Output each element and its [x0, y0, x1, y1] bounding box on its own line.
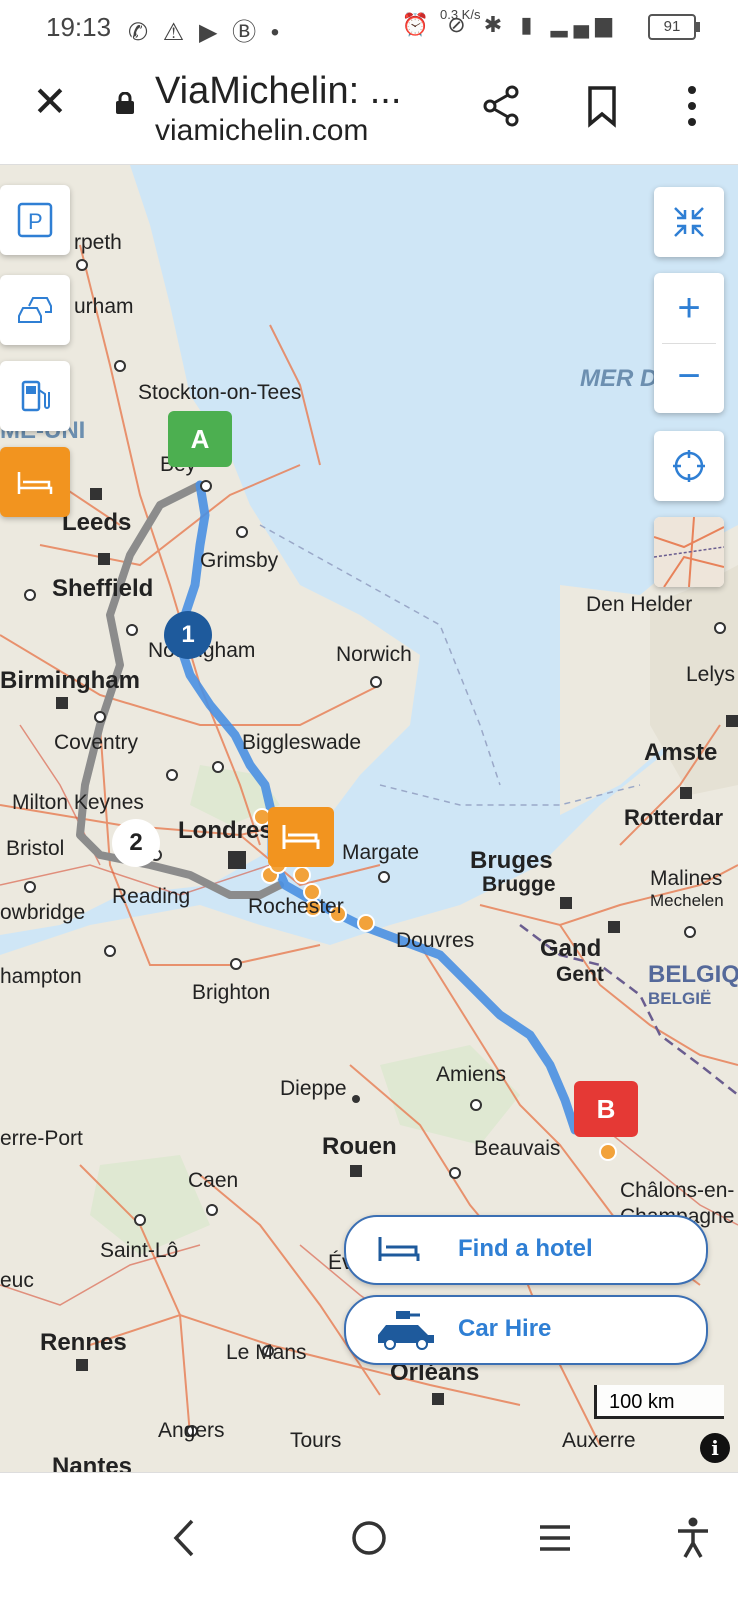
- home-icon[interactable]: [344, 1513, 394, 1563]
- map-label: Lelys: [686, 663, 736, 686]
- hotel-marker[interactable]: [268, 807, 334, 867]
- map-label: urham: [74, 295, 134, 318]
- map-label: Bruges: [470, 847, 553, 874]
- browser-toolbar: ✕ ViaMichelin: ... viamichelin.com: [0, 52, 738, 165]
- close-icon[interactable]: ✕: [28, 80, 72, 124]
- map-label: Birmingham: [0, 667, 141, 694]
- bed-icon: [17, 472, 53, 494]
- map-label: Rennes: [40, 1329, 127, 1356]
- route-map[interactable]: rpeth urham Stockton-on-Tees ME-UNI Bey …: [0, 165, 738, 1472]
- parking-button[interactable]: P: [0, 185, 70, 255]
- map-label: MER D: [580, 365, 658, 392]
- route-option-1[interactable]: 1: [164, 611, 212, 659]
- notification-icons: ✆ ⚠ ▶ Ⓑ •: [128, 19, 284, 46]
- map-label: Brugge: [482, 873, 556, 896]
- fuel-pump-icon: [21, 380, 50, 412]
- map-label: Saint-Lô: [100, 1239, 179, 1262]
- map-label: rpeth: [74, 231, 122, 254]
- map-label: Beauvais: [474, 1137, 561, 1160]
- car-key-icon: [378, 1311, 434, 1350]
- map-label: Milton Keynes: [12, 791, 144, 814]
- traffic-icon: [18, 297, 52, 323]
- zoom-control: + −: [654, 273, 724, 413]
- map-label: Caen: [188, 1169, 239, 1192]
- svg-text:P: P: [28, 209, 43, 234]
- map-label: Malines: [650, 867, 723, 890]
- map-label: Sheffield: [52, 575, 154, 602]
- page-title: ViaMichelin: ...: [155, 70, 402, 112]
- map-label: Tours: [290, 1429, 342, 1452]
- map-label: Amiens: [436, 1063, 507, 1086]
- zoom-in-button[interactable]: +: [654, 273, 724, 343]
- map-label: BELGIQ: [648, 961, 738, 988]
- map-label: Margate: [342, 841, 420, 864]
- locate-me-button[interactable]: [654, 431, 724, 501]
- map-label: Dieppe: [280, 1077, 347, 1100]
- system-nav-bar: [0, 1472, 738, 1601]
- collapse-arrows-icon: [674, 207, 704, 237]
- start-marker-a[interactable]: A: [168, 411, 232, 467]
- map-layer-button[interactable]: [654, 517, 724, 587]
- map-label: Den Helder: [586, 593, 693, 616]
- zoom-out-button[interactable]: −: [654, 343, 724, 413]
- map-label: Grimsby: [200, 549, 279, 572]
- parking-icon: P: [17, 202, 53, 238]
- map-label: Rochester: [248, 895, 344, 918]
- hotels-layer-button[interactable]: [0, 447, 70, 517]
- map-label: Stockton-on-Tees: [138, 381, 302, 404]
- map-label: euc: [0, 1269, 34, 1292]
- map-label: Rotterdar: [624, 805, 724, 830]
- system-icons: ⏰ ⊘ ✱ ▮ ▂▄▆: [401, 12, 618, 37]
- map-label: hampton: [0, 965, 82, 988]
- map-label: Brighton: [192, 981, 271, 1004]
- bed-icon: [282, 825, 320, 849]
- map-label: Gent: [556, 963, 604, 986]
- info-icon[interactable]: i: [700, 1433, 730, 1463]
- collapse-map-button[interactable]: [654, 187, 724, 257]
- map-label: Angers: [158, 1419, 225, 1442]
- map-label: Le Mans: [226, 1341, 307, 1364]
- map-label: Rouen: [322, 1133, 397, 1160]
- map-label: BELGIË: [648, 989, 712, 1008]
- map-label: Châlons-en-: [620, 1179, 735, 1202]
- car-hire-label: Car Hire: [458, 1315, 552, 1342]
- lock-icon: [116, 92, 134, 114]
- find-hotel-button[interactable]: Find a hotel: [344, 1215, 708, 1285]
- page-url[interactable]: viamichelin.com: [155, 114, 368, 148]
- map-label: Norwich: [336, 643, 412, 666]
- back-icon[interactable]: [160, 1513, 210, 1563]
- crosshair-icon: [673, 450, 705, 482]
- route-option-2[interactable]: 2: [112, 819, 160, 867]
- bookmark-icon[interactable]: [578, 82, 626, 130]
- map-label: Nantes: [52, 1453, 133, 1472]
- map-thumbnail-icon: [654, 517, 724, 587]
- car-hire-button[interactable]: Car Hire: [344, 1295, 708, 1365]
- map-label: Amste: [644, 739, 718, 766]
- map-label: Reading: [112, 885, 191, 908]
- map-label: Londres: [178, 817, 273, 844]
- map-label: Auxerre: [562, 1429, 636, 1452]
- traffic-button[interactable]: [0, 275, 70, 345]
- status-bar: 19:13 ✆ ⚠ ▶ Ⓑ • 0.3 K/s ⏰ ⊘ ✱ ▮ ▂▄▆ 91: [0, 0, 738, 52]
- fuel-station-button[interactable]: [0, 361, 70, 431]
- map-label: Douvres: [396, 929, 475, 952]
- end-marker-b[interactable]: B: [574, 1081, 638, 1137]
- map-label: Bristol: [6, 837, 65, 860]
- more-menu-icon[interactable]: [668, 82, 716, 130]
- status-time: 19:13: [46, 12, 112, 42]
- battery-icon: 91: [648, 14, 700, 40]
- map-label: Mechelen: [650, 891, 724, 910]
- map-scale: 100 km: [594, 1385, 724, 1419]
- map-label: Gand: [540, 935, 602, 962]
- map-label: Biggleswade: [242, 731, 362, 754]
- recents-menu-icon[interactable]: [530, 1513, 580, 1563]
- map-label: erre-Port: [0, 1127, 83, 1150]
- find-hotel-label: Find a hotel: [458, 1235, 593, 1262]
- map-label: owbridge: [0, 901, 86, 924]
- map-label: Leeds: [62, 509, 132, 536]
- map-label: Coventry: [54, 731, 139, 754]
- bed-icon: [378, 1237, 420, 1261]
- share-icon[interactable]: [478, 82, 526, 130]
- accessibility-icon[interactable]: [668, 1513, 718, 1563]
